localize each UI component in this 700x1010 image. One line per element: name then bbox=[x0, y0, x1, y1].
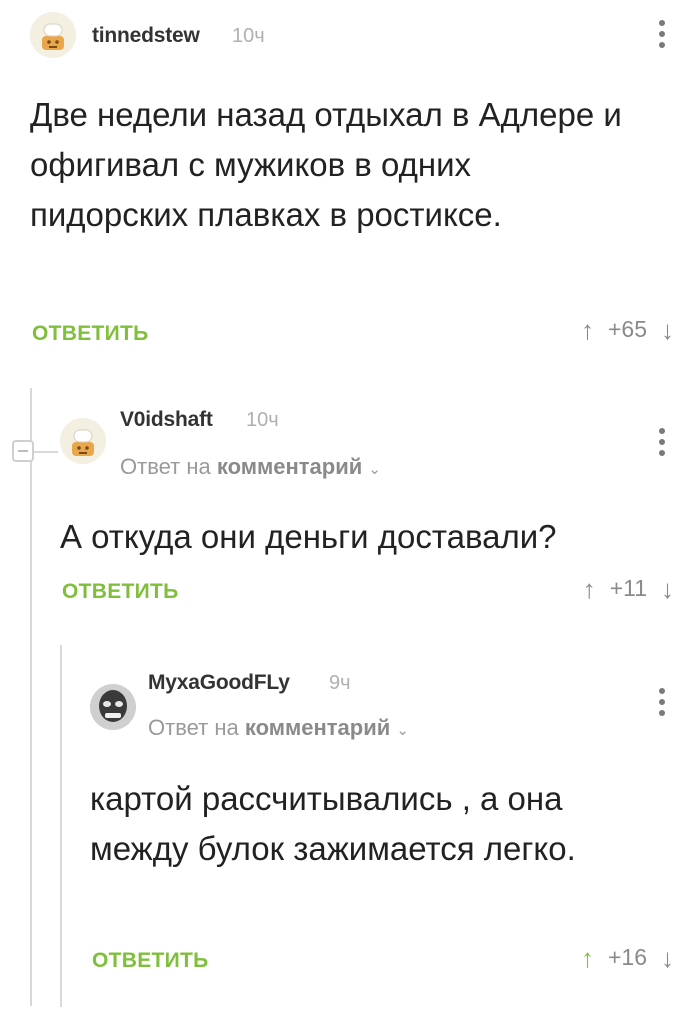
vote-controls: ↑ +65 ↓ bbox=[581, 316, 674, 343]
username[interactable]: tinnedstew bbox=[92, 24, 200, 48]
rating: +65 bbox=[607, 316, 647, 342]
avatar[interactable] bbox=[60, 418, 106, 464]
reply-button[interactable]: ОТВЕТИТЬ bbox=[62, 580, 179, 604]
downvote-icon[interactable]: ↓ bbox=[661, 317, 674, 343]
upvote-icon[interactable]: ↑ bbox=[581, 945, 594, 971]
collapse-thread-button[interactable] bbox=[12, 440, 34, 462]
timestamp: 9ч bbox=[329, 672, 351, 694]
chef-avatar-icon bbox=[30, 12, 76, 58]
downvote-icon[interactable]: ↓ bbox=[661, 576, 674, 602]
thread-line-nested bbox=[60, 645, 62, 1007]
vote-controls: ↑ +11 ↓ bbox=[583, 575, 674, 602]
comment-text: А откуда они деньги доставали? bbox=[60, 518, 557, 555]
more-menu-icon[interactable] bbox=[657, 428, 667, 461]
username[interactable]: MyxaGoodFLy bbox=[148, 671, 290, 695]
rating: +11 bbox=[609, 575, 647, 601]
timestamp: 10ч bbox=[232, 25, 265, 47]
reply-button[interactable]: ОТВЕТИТЬ bbox=[32, 322, 149, 346]
thread-line bbox=[30, 388, 32, 1006]
reply-button[interactable]: ОТВЕТИТЬ bbox=[92, 949, 209, 973]
avatar[interactable] bbox=[30, 12, 76, 58]
reply-to-info[interactable]: Ответ на комментарий ⌄ bbox=[148, 715, 409, 741]
rating: +16 bbox=[607, 944, 647, 970]
comment-text: Две недели назад отдыхал в Адлере и офиг… bbox=[30, 96, 622, 233]
chef-avatar-icon bbox=[60, 418, 106, 464]
chevron-down-icon: ⌄ bbox=[368, 461, 381, 478]
reply-to-info[interactable]: Ответ на комментарий ⌄ bbox=[120, 454, 381, 480]
timestamp: 10ч bbox=[246, 409, 279, 431]
upvote-icon[interactable]: ↑ bbox=[581, 317, 594, 343]
avatar[interactable] bbox=[90, 684, 136, 730]
more-menu-icon[interactable] bbox=[657, 20, 667, 53]
thread-branch bbox=[30, 451, 58, 453]
vote-controls: ↑ +16 ↓ bbox=[581, 944, 674, 971]
username[interactable]: V0idshaft bbox=[120, 408, 213, 432]
photo-avatar-icon bbox=[90, 684, 136, 730]
upvote-icon[interactable]: ↑ bbox=[583, 576, 596, 602]
comment-text: картой рассчитывались , а она между було… bbox=[90, 780, 576, 867]
chevron-down-icon: ⌄ bbox=[396, 722, 409, 739]
more-menu-icon[interactable] bbox=[657, 688, 667, 721]
downvote-icon[interactable]: ↓ bbox=[661, 945, 674, 971]
